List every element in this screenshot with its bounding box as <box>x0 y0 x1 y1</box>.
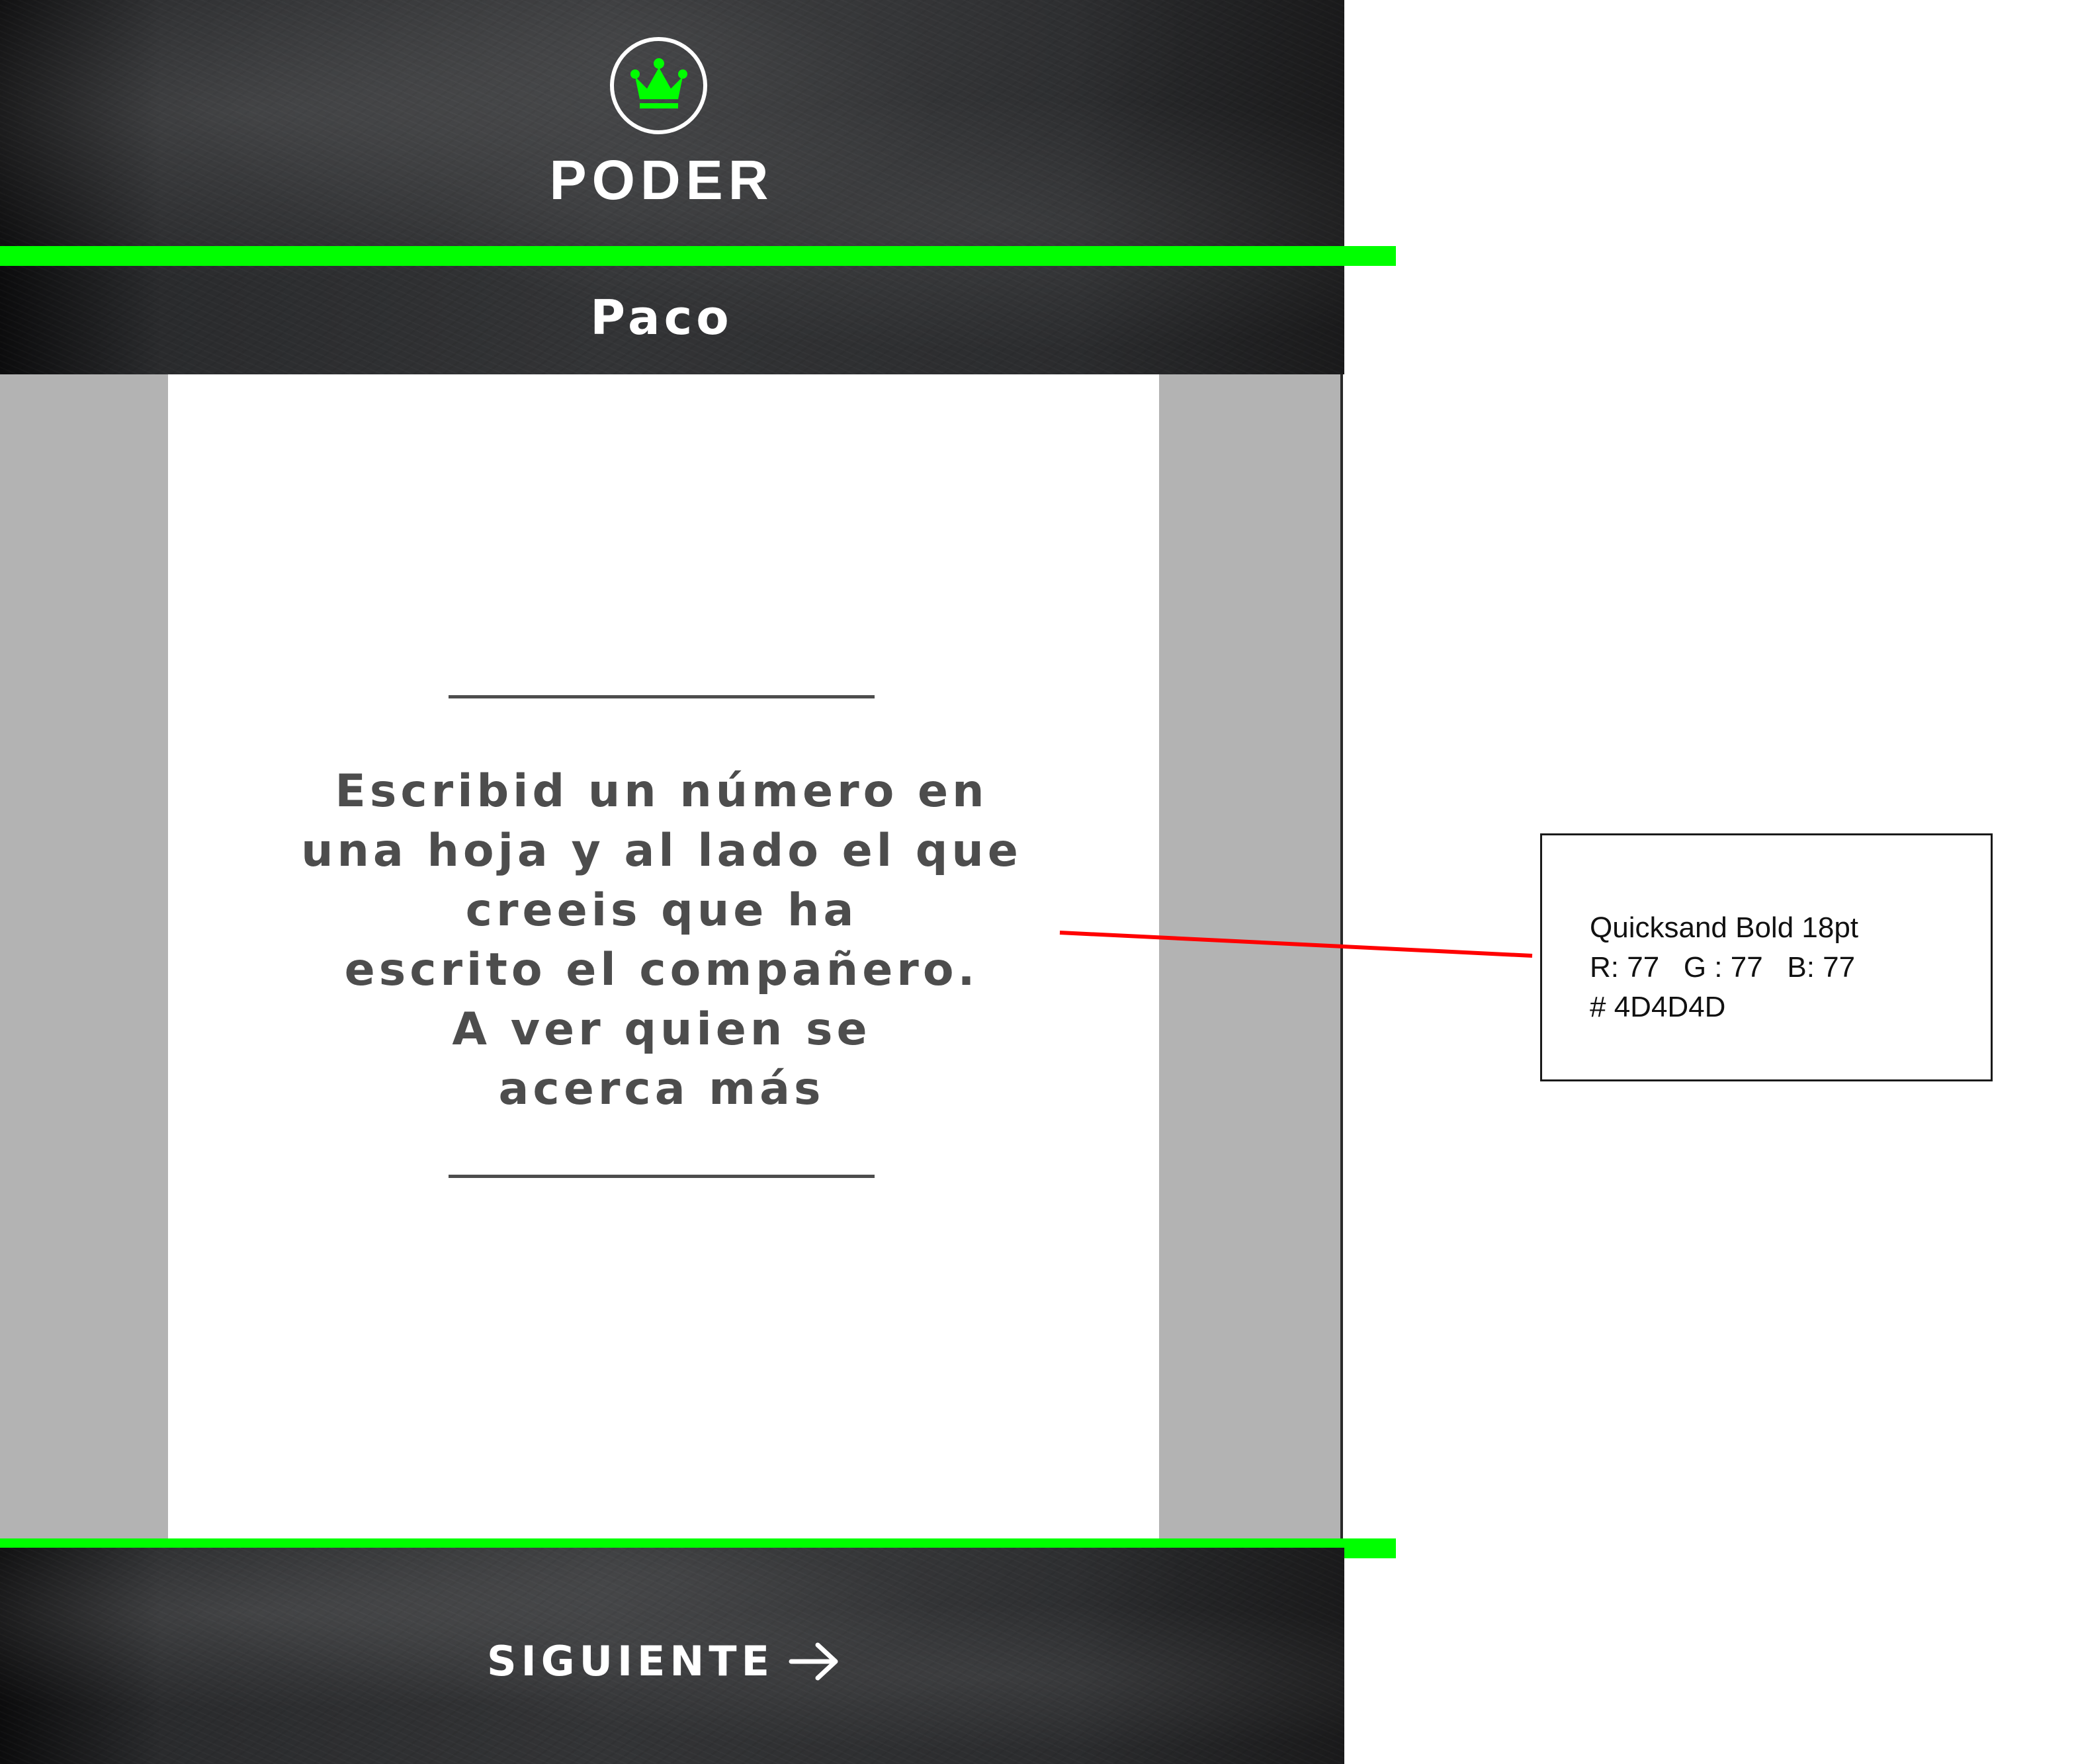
top-divider <box>449 695 875 698</box>
font-spec: Quicksand Bold 18pt <box>1590 911 1859 944</box>
typography-spec-text: Quicksand Bold 18pt R: 77 G : 77 B: 77 #… <box>1590 908 1858 1027</box>
crown-icon <box>630 58 687 108</box>
left-gray-panel <box>0 374 168 1538</box>
rgb-spec: R: 77 G : 77 B: 77 <box>1590 951 1856 984</box>
right-gray-panel <box>1159 374 1340 1538</box>
arrow-right-icon <box>789 1642 838 1681</box>
design-canvas: PODER Paco Escribid un número en una hoj… <box>0 0 2076 1764</box>
right-edge-divider <box>1340 374 1343 1538</box>
bottom-divider <box>449 1175 875 1178</box>
next-button-label: SIGUIENTE <box>487 1637 774 1685</box>
player-name: Paco <box>590 290 733 345</box>
top-accent-bar <box>0 246 1396 266</box>
next-button[interactable]: SIGUIENTE <box>475 1632 852 1691</box>
app-title: PODER <box>549 149 774 211</box>
logo-badge <box>610 37 707 134</box>
hex-spec: # 4D4D4D <box>1590 991 1726 1023</box>
typography-spec-box: Quicksand Bold 18pt R: 77 G : 77 B: 77 #… <box>1540 833 1993 1081</box>
challenge-text: Escribid un número en una hoja y al lado… <box>301 765 1022 1115</box>
